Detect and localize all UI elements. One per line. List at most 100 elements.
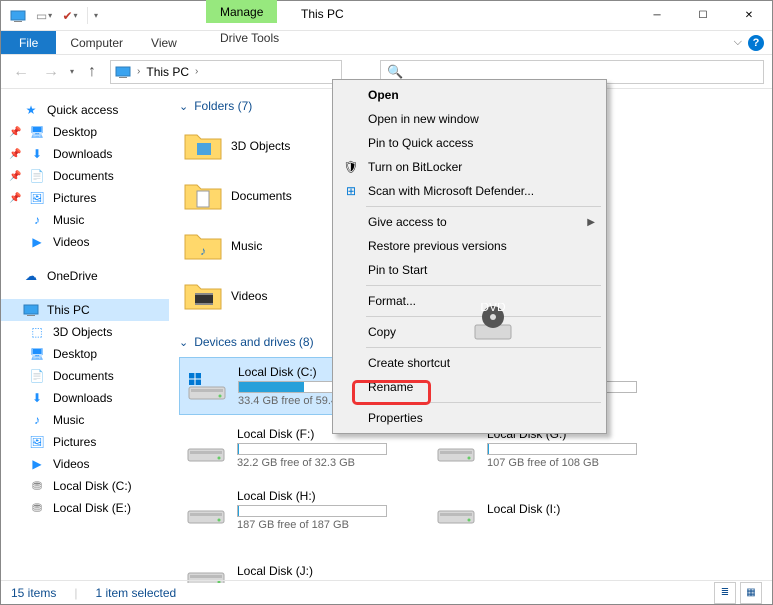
ctx-pin-quick[interactable]: Pin to Quick access — [336, 131, 603, 155]
ctx-rename[interactable]: Rename — [336, 375, 603, 399]
nav-videos-pc[interactable]: ▶Videos — [1, 453, 169, 475]
nav-disk-e[interactable]: ⛃Local Disk (E:) — [1, 497, 169, 519]
chevron-right-icon: ▶ — [587, 217, 595, 228]
back-button[interactable]: ← — [9, 60, 33, 84]
drive-free: 107 GB free of 108 GB — [487, 457, 673, 469]
address-box[interactable]: › This PC › — [110, 60, 342, 84]
nav-pictures[interactable]: 📌🖼Pictures — [1, 187, 169, 209]
nav-label: 3D Objects — [53, 325, 112, 339]
forward-button[interactable]: → — [39, 60, 63, 84]
pc-icon-qat[interactable] — [7, 5, 29, 27]
nav-desktop[interactable]: 📌🖥Desktop — [1, 121, 169, 143]
nav-pictures-pc[interactable]: 🖼Pictures — [1, 431, 169, 453]
nav-quick-access[interactable]: ★ Quick access — [1, 99, 169, 121]
drive-name: Local Disk (J:) — [237, 564, 423, 578]
nav-label: Downloads — [53, 391, 112, 405]
nav-onedrive[interactable]: ☁OneDrive — [1, 265, 169, 287]
drive-name: Local Disk (H:) — [237, 489, 423, 503]
qat-item-check[interactable]: ✔▾ — [59, 5, 81, 27]
ctx-open-new[interactable]: Open in new window — [336, 107, 603, 131]
window-title: This PC — [301, 7, 344, 21]
disk-icon — [185, 489, 227, 531]
nav-music[interactable]: ♪Music — [1, 209, 169, 231]
ctx-copy[interactable]: Copy — [336, 320, 603, 344]
drive-item[interactable]: Local Disk (H:) 187 GB free of 187 GB — [179, 481, 429, 539]
ctx-give-access[interactable]: Give access to▶ — [336, 210, 603, 234]
pc-icon — [23, 304, 39, 316]
nav-videos[interactable]: ▶Videos — [1, 231, 169, 253]
nav-label: Documents — [53, 369, 114, 383]
ctx-bitlocker[interactable]: 🛡Turn on BitLocker — [336, 155, 603, 179]
nav-downloads-pc[interactable]: ⬇Downloads — [1, 387, 169, 409]
computer-tab[interactable]: Computer — [56, 31, 137, 54]
music-icon: ♪ — [29, 412, 45, 428]
pc-icon — [115, 66, 131, 78]
ctx-create-shortcut[interactable]: Create shortcut — [336, 351, 603, 375]
nav-music-pc[interactable]: ♪Music — [1, 409, 169, 431]
maximize-button[interactable]: ☐ — [680, 1, 726, 30]
drive-item[interactable]: Local Disk (J:) — [179, 543, 429, 583]
address-location: This PC — [146, 65, 189, 79]
ctx-format[interactable]: Format... — [336, 289, 603, 313]
folder-label: 3D Objects — [231, 139, 290, 153]
drive-tools-tab[interactable]: Drive Tools — [206, 31, 293, 45]
folder-music[interactable]: ♪ Music — [179, 221, 339, 271]
ctx-defender[interactable]: ⊞Scan with Microsoft Defender... — [336, 179, 603, 203]
view-tab[interactable]: View — [137, 31, 191, 54]
folder-label: Videos — [231, 289, 267, 303]
downloads-icon: ⬇ — [29, 146, 45, 162]
disk-icon — [186, 365, 228, 407]
nav-label: Videos — [53, 235, 89, 249]
help-icon[interactable]: ? — [748, 35, 764, 51]
pin-icon: 📌 — [9, 149, 21, 160]
folder-videos[interactable]: Videos — [179, 271, 339, 321]
icons-view-button[interactable]: ▦ — [740, 582, 762, 604]
nav-3d[interactable]: ⬚3D Objects — [1, 321, 169, 343]
disk-icon: ⛃ — [29, 500, 45, 516]
ctx-properties[interactable]: Properties — [336, 406, 603, 430]
ctx-restore[interactable]: Restore previous versions — [336, 234, 603, 258]
status-bar: 15 items | 1 item selected ≣ ▦ — [1, 580, 772, 604]
folder-icon — [183, 276, 223, 316]
ctx-open[interactable]: Open — [336, 83, 603, 107]
nav-label: Pictures — [53, 191, 96, 205]
up-button[interactable]: ↑ — [80, 60, 104, 84]
nav-downloads[interactable]: 📌⬇Downloads — [1, 143, 169, 165]
nav-this-pc[interactable]: This PC — [1, 299, 169, 321]
svg-text:DVD: DVD — [480, 303, 506, 314]
disk-icon — [185, 427, 227, 469]
minimize-button[interactable]: ─ — [634, 1, 680, 30]
star-icon: ★ — [23, 102, 39, 118]
drive-item[interactable]: Local Disk (I:) — [429, 481, 679, 539]
dvd-drive-icon[interactable]: DVD — [471, 303, 515, 347]
folder-documents[interactable]: Documents — [179, 171, 339, 221]
nav-documents[interactable]: 📌📄Documents — [1, 165, 169, 187]
chevron-down-icon: ⌄ — [179, 100, 188, 113]
shield-icon: 🛡 — [342, 158, 360, 176]
group-label: Folders (7) — [194, 99, 252, 113]
file-tab[interactable]: File — [1, 31, 56, 54]
music-icon: ♪ — [29, 212, 45, 228]
pin-icon: 📌 — [9, 171, 21, 182]
nav-label: Quick access — [47, 103, 118, 117]
history-dropdown-icon[interactable]: ▾ — [70, 67, 74, 76]
ribbon-expand-icon[interactable]: ⌵ — [734, 36, 742, 49]
pin-icon: 📌 — [9, 193, 21, 204]
ctx-pin-start[interactable]: Pin to Start — [336, 258, 603, 282]
nav-label: Documents — [53, 169, 114, 183]
qat-more-icon[interactable]: ▾ — [87, 7, 104, 24]
disk-icon: ⛃ — [29, 478, 45, 494]
defender-icon: ⊞ — [342, 182, 360, 200]
qat: ▭▾ ✔▾ ▾ — [1, 5, 104, 27]
drive-free: 187 GB free of 187 GB — [237, 519, 423, 531]
folder-3d[interactable]: 3D Objects — [179, 121, 339, 171]
nav-label: Pictures — [53, 435, 96, 449]
nav-disk-c[interactable]: ⛃Local Disk (C:) — [1, 475, 169, 497]
nav-desktop-pc[interactable]: 🖥Desktop — [1, 343, 169, 365]
chevron-icon[interactable]: › — [195, 66, 198, 77]
details-view-button[interactable]: ≣ — [714, 582, 736, 604]
nav-documents-pc[interactable]: 📄Documents — [1, 365, 169, 387]
manage-tab[interactable]: Manage — [206, 0, 277, 23]
qat-item[interactable]: ▭▾ — [33, 5, 55, 27]
close-button[interactable]: ✕ — [726, 1, 772, 30]
